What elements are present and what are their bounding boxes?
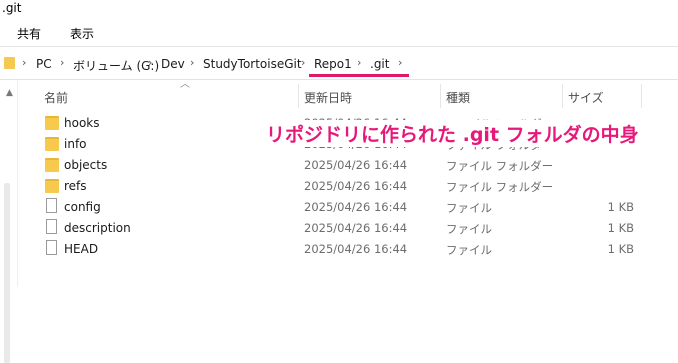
file-modified: 2025/04/26 16:44 bbox=[304, 200, 408, 214]
file-modified: 2025/04/26 16:44 bbox=[304, 158, 408, 172]
chevron-right-icon: › bbox=[398, 56, 403, 69]
column-type[interactable]: 種類 bbox=[446, 89, 470, 106]
chevron-right-icon: › bbox=[148, 56, 153, 69]
file-modified: 2025/04/26 16:44 bbox=[304, 221, 408, 235]
column-size[interactable]: サイズ bbox=[568, 89, 604, 106]
file-size: 1 KB bbox=[607, 200, 634, 214]
file-name: hooks bbox=[64, 116, 100, 130]
folder-icon bbox=[45, 179, 59, 193]
file-type: ファイル bbox=[446, 243, 492, 257]
highlight-underline bbox=[309, 74, 409, 77]
folder-icon bbox=[45, 158, 59, 172]
breadcrumb-repo1[interactable]: Repo1 bbox=[314, 57, 352, 71]
annotation-callout: リポジドリに作られた .git フォルダの中身 bbox=[262, 120, 643, 147]
column-name[interactable]: 名前 bbox=[44, 89, 68, 106]
tab-view[interactable]: 表示 bbox=[70, 25, 94, 42]
file-row[interactable]: objects 2025/04/26 16:44 ファイル フォルダー bbox=[18, 155, 638, 176]
column-divider[interactable] bbox=[440, 84, 441, 108]
breadcrumb-volume[interactable]: ボリューム (G:) bbox=[73, 57, 159, 74]
chevron-right-icon: › bbox=[60, 56, 65, 69]
chevron-right-icon: › bbox=[357, 56, 362, 69]
breadcrumb-pc[interactable]: PC bbox=[36, 57, 52, 71]
sort-ascending-icon: ︿ bbox=[180, 79, 190, 90]
folder-icon bbox=[4, 57, 15, 69]
scroll-up-icon[interactable]: ▲ bbox=[6, 88, 13, 98]
file-modified: 2025/04/26 16:44 bbox=[304, 179, 408, 193]
file-name: info bbox=[64, 137, 87, 151]
chevron-right-icon: › bbox=[301, 56, 306, 69]
file-row[interactable]: HEAD 2025/04/26 16:44 ファイル 1 KB bbox=[18, 239, 638, 260]
window-title: .git bbox=[2, 1, 22, 15]
column-divider[interactable] bbox=[641, 84, 642, 108]
file-row[interactable]: refs 2025/04/26 16:44 ファイル フォルダー bbox=[18, 176, 638, 197]
ribbon-divider bbox=[0, 46, 678, 47]
column-modified[interactable]: 更新日時 bbox=[304, 89, 352, 106]
file-icon bbox=[46, 198, 57, 213]
column-divider[interactable] bbox=[298, 84, 299, 108]
file-modified: 2025/04/26 16:44 bbox=[304, 242, 408, 256]
tab-share[interactable]: 共有 bbox=[17, 25, 41, 42]
file-type: ファイル フォルダー bbox=[446, 159, 554, 173]
file-name: objects bbox=[64, 158, 108, 172]
file-size: 1 KB bbox=[607, 242, 634, 256]
file-row[interactable]: description 2025/04/26 16:44 ファイル 1 KB bbox=[18, 218, 638, 239]
file-name: config bbox=[64, 200, 101, 214]
breadcrumb-git[interactable]: .git bbox=[370, 57, 389, 71]
file-icon bbox=[46, 240, 57, 255]
file-type: ファイル bbox=[446, 201, 492, 215]
breadcrumb-studytortoisegit[interactable]: StudyTortoiseGit bbox=[203, 57, 302, 71]
file-name: refs bbox=[64, 179, 87, 193]
file-size: 1 KB bbox=[607, 221, 634, 235]
column-divider[interactable] bbox=[562, 84, 563, 108]
file-name: description bbox=[64, 221, 131, 235]
file-icon bbox=[46, 219, 57, 234]
navigation-pane[interactable]: ▲ bbox=[0, 80, 18, 363]
file-row[interactable]: config 2025/04/26 16:44 ファイル 1 KB bbox=[18, 197, 638, 218]
file-name: HEAD bbox=[64, 242, 99, 256]
chevron-right-icon: › bbox=[190, 56, 195, 69]
file-type: ファイル フォルダー bbox=[446, 180, 554, 194]
file-type: ファイル bbox=[446, 222, 492, 236]
folder-icon bbox=[45, 137, 59, 151]
title-bar: .git bbox=[0, 0, 678, 18]
ribbon: 共有 表示 bbox=[0, 18, 678, 46]
column-header: ︿ 名前 更新日時 種類 サイズ bbox=[18, 79, 678, 108]
breadcrumb-dev[interactable]: Dev bbox=[161, 57, 185, 71]
folder-icon bbox=[45, 116, 59, 130]
nav-scrollbar[interactable] bbox=[4, 183, 10, 363]
chevron-right-icon: › bbox=[22, 56, 27, 69]
